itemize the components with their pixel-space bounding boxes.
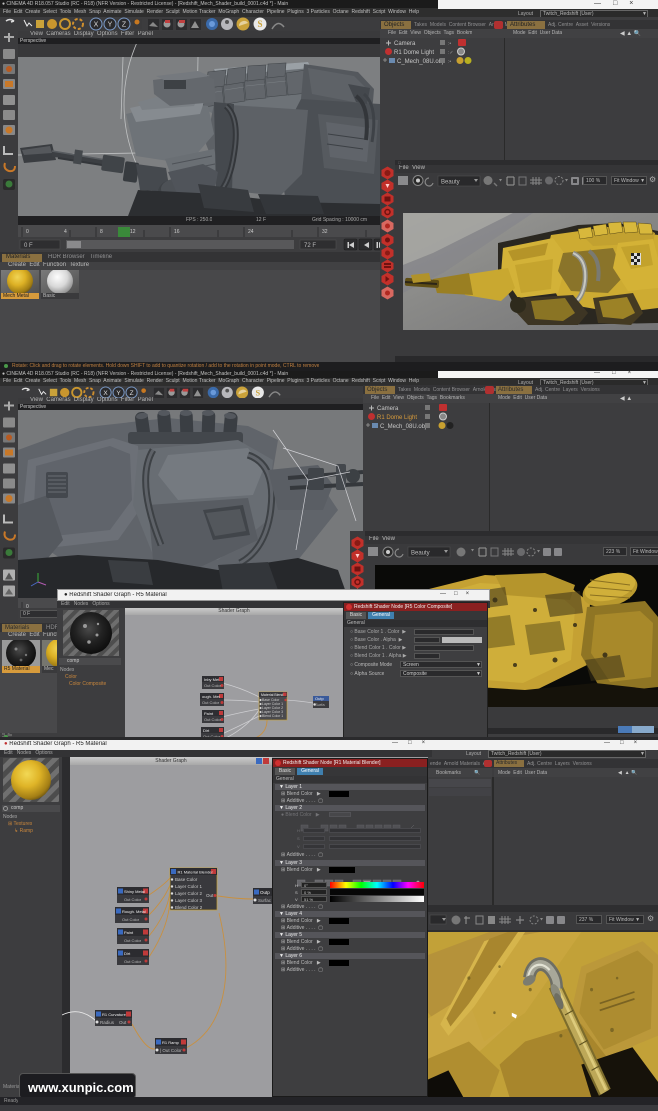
svg-text:Out Color: Out Color <box>124 938 142 943</box>
svg-text:C_Mech_08U.obj: C_Mech_08U.obj <box>380 424 426 430</box>
svg-text:Camera: Camera <box>377 406 399 412</box>
svg-text:Base Color: Base Color <box>175 877 198 882</box>
svg-text:Out: Out <box>119 1020 127 1025</box>
svg-text:Material Blend: Material Blend <box>261 693 283 697</box>
svg-text:Outp: Outp <box>260 890 270 895</box>
svg-text:Blend Color 2: Blend Color 2 <box>175 905 203 910</box>
svg-text:Blend Color 1: Blend Color 1 <box>262 714 283 718</box>
svg-text:Paint: Paint <box>124 930 134 935</box>
svg-text:Dirt: Dirt <box>124 951 131 956</box>
svg-text:Layer Color 2: Layer Color 2 <box>175 891 203 896</box>
svg-text:Outp: Outp <box>315 696 324 701</box>
svg-text:X: X <box>103 390 108 397</box>
svg-text:Layer Color 1: Layer Color 1 <box>175 884 203 889</box>
svg-text:R1 Dome Light: R1 Dome Light <box>394 50 434 56</box>
svg-text:R1 Material Blender: R1 Material Blender <box>178 870 214 875</box>
svg-text:Out Color: Out Color <box>204 683 222 688</box>
svg-text:0 F: 0 F <box>24 243 33 249</box>
svg-text:12: 12 <box>130 229 136 235</box>
svg-text:R1 Ramp: R1 Ramp <box>162 1040 180 1045</box>
svg-text:Inby Met: Inby Met <box>204 677 220 682</box>
svg-text:Surfa: Surfa <box>315 702 325 707</box>
svg-text::•: :• <box>448 41 451 47</box>
svg-text:Layer Color 3: Layer Color 3 <box>175 898 203 903</box>
svg-text:32: 32 <box>322 229 328 235</box>
svg-text:Out Color: Out Color <box>124 959 142 964</box>
svg-text:8: 8 <box>100 229 103 235</box>
svg-text:Radius: Radius <box>100 1020 115 1025</box>
svg-text:Z: Z <box>122 22 127 29</box>
svg-text:S: S <box>256 388 261 397</box>
svg-text:| Out Color: | Out Color <box>160 1048 182 1053</box>
svg-text:4: 4 <box>64 229 67 235</box>
svg-text:Beauty: Beauty <box>411 551 430 557</box>
svg-text:Rough. Metal: Rough. Metal <box>122 909 146 914</box>
svg-text:R1 Curvature: R1 Curvature <box>102 1012 127 1017</box>
svg-text:Out Color: Out Color <box>124 897 142 902</box>
svg-text:ough. Met: ough. Met <box>202 694 221 699</box>
svg-text:Shiny Metal: Shiny Metal <box>124 889 145 894</box>
svg-text::✓: :✓ <box>448 50 454 56</box>
svg-text:X: X <box>94 22 99 29</box>
svg-text:72 F: 72 F <box>304 243 316 249</box>
svg-text:Paint: Paint <box>204 711 214 716</box>
svg-text:Surfac: Surfac <box>258 898 272 903</box>
svg-text:Camera: Camera <box>394 41 416 47</box>
svg-text:C_Mech_08U.obj: C_Mech_08U.obj <box>397 59 443 65</box>
svg-text:Dirt: Dirt <box>203 728 210 733</box>
svg-text:Out Color: Out Color <box>122 917 140 922</box>
svg-text:16: 16 <box>174 229 180 235</box>
svg-text::•: :• <box>448 59 451 65</box>
svg-text:24: 24 <box>248 229 254 235</box>
svg-text:Z: Z <box>130 390 134 397</box>
svg-text:S: S <box>257 19 262 29</box>
svg-text:Y: Y <box>116 390 121 397</box>
svg-text:Out Color: Out Color <box>202 700 220 705</box>
svg-text:Out: Out <box>206 893 214 898</box>
svg-text:Y: Y <box>108 22 113 29</box>
svg-text:Beauty: Beauty <box>441 180 460 186</box>
svg-text:Out Color: Out Color <box>204 717 222 722</box>
svg-text:0: 0 <box>26 229 29 235</box>
svg-text:R1 Dome Light: R1 Dome Light <box>377 415 417 421</box>
